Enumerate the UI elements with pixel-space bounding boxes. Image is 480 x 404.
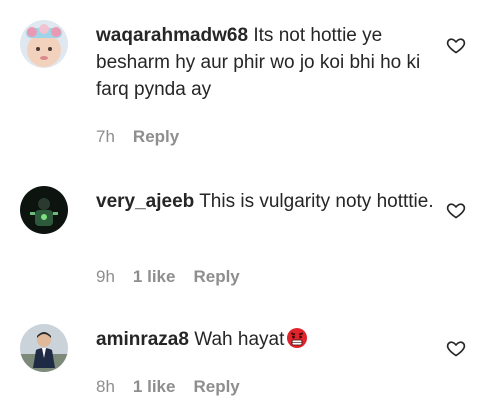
- heart-outline-icon[interactable]: [446, 35, 466, 55]
- avatar[interactable]: [20, 20, 68, 68]
- comment-username[interactable]: aminraza8: [96, 329, 189, 350]
- comment-username[interactable]: waqarahmadw68: [96, 25, 248, 46]
- comment-meta: 7h Reply: [96, 127, 179, 147]
- comment-time: 7h: [96, 127, 115, 146]
- heart-outline-icon[interactable]: [446, 338, 466, 358]
- reply-button[interactable]: Reply: [193, 267, 239, 287]
- comment-body: aminraza8 Wah hayat: [96, 326, 436, 353]
- avatar[interactable]: [20, 324, 68, 372]
- likes-count[interactable]: 1 like: [133, 267, 176, 287]
- likes-count[interactable]: 1 like: [133, 377, 176, 397]
- comment-meta: 9h 1 like Reply: [96, 267, 240, 287]
- comment-meta: 8h 1 like Reply: [96, 377, 240, 397]
- comment-body: very_ajeeb This is vulgarity noty hottti…: [96, 188, 436, 215]
- angry-face-emoji: [286, 327, 308, 349]
- avatar[interactable]: [20, 186, 68, 234]
- comment-time: 9h: [96, 267, 115, 286]
- comment-username[interactable]: very_ajeeb: [96, 191, 194, 212]
- comment-text: Wah hayat: [194, 329, 285, 350]
- heart-outline-icon[interactable]: [446, 200, 466, 220]
- reply-button[interactable]: Reply: [193, 377, 239, 397]
- comment: very_ajeeb This is vulgarity noty hottti…: [0, 160, 480, 310]
- comment: waqarahmadw68 Its not hottie ye besharm …: [0, 0, 480, 160]
- comment-text: This is vulgarity noty hotttie.: [199, 191, 434, 212]
- comment-time: 8h: [96, 377, 115, 396]
- comment: aminraza8 Wah hayat 8h 1 like Reply: [0, 310, 480, 404]
- reply-button[interactable]: Reply: [133, 127, 179, 147]
- comment-body: waqarahmadw68 Its not hottie ye besharm …: [96, 22, 436, 103]
